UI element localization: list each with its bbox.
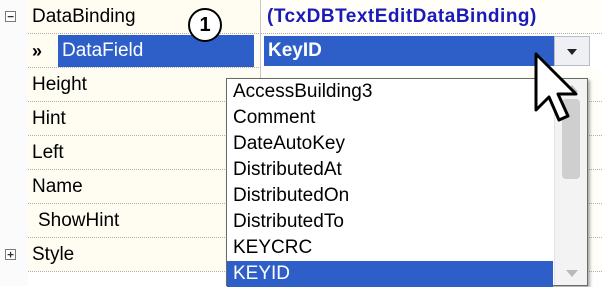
scroll-down-icon[interactable] [566, 270, 578, 277]
property-name-datafield: DataField [58, 35, 254, 67]
property-value-databinding: (TcxDBTextEditDataBinding) [267, 6, 537, 27]
property-row-databinding[interactable]: DataBinding (TcxDBTextEditDataBinding) [28, 0, 602, 34]
expand-icon[interactable]: + [5, 249, 16, 260]
dropdown-option[interactable]: DistributedTo [227, 209, 553, 235]
dropdown-option-selected[interactable]: KEYID [227, 261, 553, 287]
dropdown-option[interactable]: DistributedOn [227, 183, 553, 209]
dropdown-option[interactable]: DateAutoKey [227, 131, 553, 157]
dropdown-option[interactable]: AccessBuilding3 [227, 79, 553, 105]
property-name-hint: Hint [32, 108, 66, 129]
datafield-value-input[interactable]: KeyID [264, 36, 558, 66]
property-name-showhint: ShowHint [38, 210, 120, 231]
property-name-left: Left [32, 142, 64, 163]
dropdown-option[interactable]: Comment [227, 105, 553, 131]
inspector-gutter [0, 0, 28, 286]
property-row-datafield[interactable]: » DataField KeyID [28, 34, 602, 68]
dropdown-option[interactable]: KEYCRC [227, 235, 553, 261]
collapse-icon[interactable]: − [5, 11, 16, 22]
property-name-height: Height [32, 74, 87, 95]
property-name-name: Name [32, 176, 83, 197]
mouse-pointer-icon [534, 52, 578, 122]
selected-row-marker-icon: » [32, 41, 43, 61]
dropdown-option[interactable]: DistributedAt [227, 157, 553, 183]
property-name-databinding: DataBinding [32, 6, 136, 27]
property-name-style: Style [32, 244, 75, 265]
callout-badge: 1 [188, 8, 222, 42]
property-name-cell: DataBinding [28, 0, 261, 34]
property-name-cell: » DataField [28, 34, 261, 68]
property-value-cell[interactable]: (TcxDBTextEditDataBinding) [261, 0, 602, 34]
